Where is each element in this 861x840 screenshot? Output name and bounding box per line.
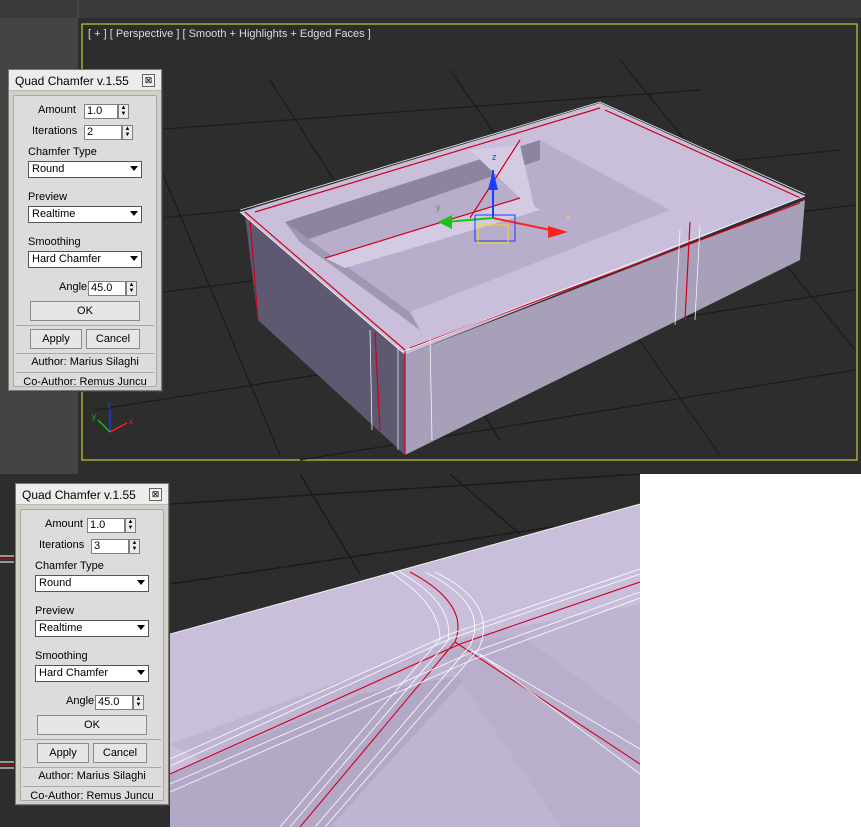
close-icon[interactable]: ⊠ xyxy=(149,488,162,501)
divider xyxy=(23,739,161,740)
divider xyxy=(16,353,154,354)
chevron-down-icon xyxy=(130,166,138,171)
chamfer-type-select[interactable]: Round xyxy=(28,161,142,178)
preview-select[interactable]: Realtime xyxy=(28,206,142,223)
dialog-body: Amount 1.0 ▲ ▼ Iterations 3 ▲ ▼ Chamfer Ty… xyxy=(20,509,164,802)
amount-spinner[interactable]: 1.0 ▲ ▼ xyxy=(84,104,129,119)
chevron-down-icon xyxy=(137,625,145,630)
edge-stripes xyxy=(0,555,14,769)
coauthor-text: Co-Author: Remus Juncu xyxy=(23,376,147,388)
author-text: Author: Marius Silaghi xyxy=(38,770,146,782)
gizmo-z-label: z xyxy=(492,152,497,162)
gizmo-x-label: x xyxy=(566,212,571,222)
svg-text:y: y xyxy=(92,412,96,421)
chamfer-type-label: Chamfer Type xyxy=(28,146,97,158)
iterations-label: Iterations xyxy=(32,125,78,137)
angle-label: Angle xyxy=(59,281,88,293)
divider xyxy=(23,767,161,768)
angle-label: Angle xyxy=(66,695,95,707)
smoothing-label: Smoothing xyxy=(35,650,88,662)
chevron-down-icon xyxy=(130,211,138,216)
amount-label: Amount xyxy=(38,104,76,116)
smoothing-select[interactable]: Hard Chamfer xyxy=(35,665,149,682)
angle-spinner[interactable]: 45.0 ▲ ▼ xyxy=(95,695,144,710)
svg-text:z: z xyxy=(107,401,111,410)
spinner-arrows-icon[interactable]: ▲ ▼ xyxy=(125,518,136,533)
smoothing-label: Smoothing xyxy=(28,236,81,248)
dialog-titlebar[interactable]: Quad Chamfer v.1.55 ⊠ xyxy=(9,70,161,91)
quad-chamfer-dialog[interactable]: Quad Chamfer v.1.55 ⊠ Amount 1.0 ▲ ▼ Iter… xyxy=(15,483,169,805)
divider xyxy=(16,372,154,373)
quad-chamfer-dialog[interactable]: Quad Chamfer v.1.55 ⊠ Amount 1.0 ▲ ▼ Iter… xyxy=(8,69,162,391)
iterations-spinner[interactable]: 3 ▲ ▼ xyxy=(91,539,140,554)
dialog-titlebar[interactable]: Quad Chamfer v.1.55 ⊠ xyxy=(16,484,168,505)
chevron-down-icon xyxy=(137,670,145,675)
viewport-label[interactable]: [ + ] [ Perspective ] [ Smooth + Highlig… xyxy=(88,28,371,40)
spinner-arrows-icon[interactable]: ▲ ▼ xyxy=(118,104,129,119)
apply-button[interactable]: Apply xyxy=(37,743,89,763)
spinner-arrows-icon[interactable]: ▲ ▼ xyxy=(126,281,137,296)
dialog-title: Quad Chamfer v.1.55 xyxy=(15,74,129,88)
spinner-arrows-icon[interactable]: ▲ ▼ xyxy=(129,539,140,554)
spinner-arrows-icon[interactable]: ▲ ▼ xyxy=(122,125,133,140)
dialog-body: Amount 1.0 ▲ ▼ Iterations 2 ▲ ▼ Chamfer Ty… xyxy=(13,95,157,388)
coauthor-text: Co-Author: Remus Juncu xyxy=(30,790,154,802)
close-icon[interactable]: ⊠ xyxy=(142,74,155,87)
angle-spinner[interactable]: 45.0 ▲ ▼ xyxy=(88,281,137,296)
cancel-button[interactable]: Cancel xyxy=(86,329,140,349)
smoothing-select[interactable]: Hard Chamfer xyxy=(28,251,142,268)
svg-text:x: x xyxy=(129,417,133,426)
cancel-button[interactable]: Cancel xyxy=(93,743,147,763)
gizmo-y-label: y xyxy=(436,202,441,212)
ok-button[interactable]: OK xyxy=(30,301,140,321)
amount-spinner[interactable]: 1.0 ▲ ▼ xyxy=(87,518,136,533)
apply-button[interactable]: Apply xyxy=(30,329,82,349)
divider xyxy=(16,325,154,326)
dialog-title: Quad Chamfer v.1.55 xyxy=(22,488,136,502)
ok-button[interactable]: OK xyxy=(37,715,147,735)
divider xyxy=(23,786,161,787)
chamfer-type-select[interactable]: Round xyxy=(35,575,149,592)
preview-label: Preview xyxy=(35,605,75,617)
iterations-spinner[interactable]: 2 ▲ ▼ xyxy=(84,125,133,140)
preview-select[interactable]: Realtime xyxy=(35,620,149,637)
spinner-arrows-icon[interactable]: ▲ ▼ xyxy=(133,695,144,710)
chevron-down-icon xyxy=(130,256,138,261)
author-text: Author: Marius Silaghi xyxy=(31,356,139,368)
amount-label: Amount xyxy=(45,518,83,530)
chamfer-type-label: Chamfer Type xyxy=(35,560,104,572)
chevron-down-icon xyxy=(137,580,145,585)
iterations-label: Iterations xyxy=(39,539,85,551)
preview-label: Preview xyxy=(28,191,68,203)
